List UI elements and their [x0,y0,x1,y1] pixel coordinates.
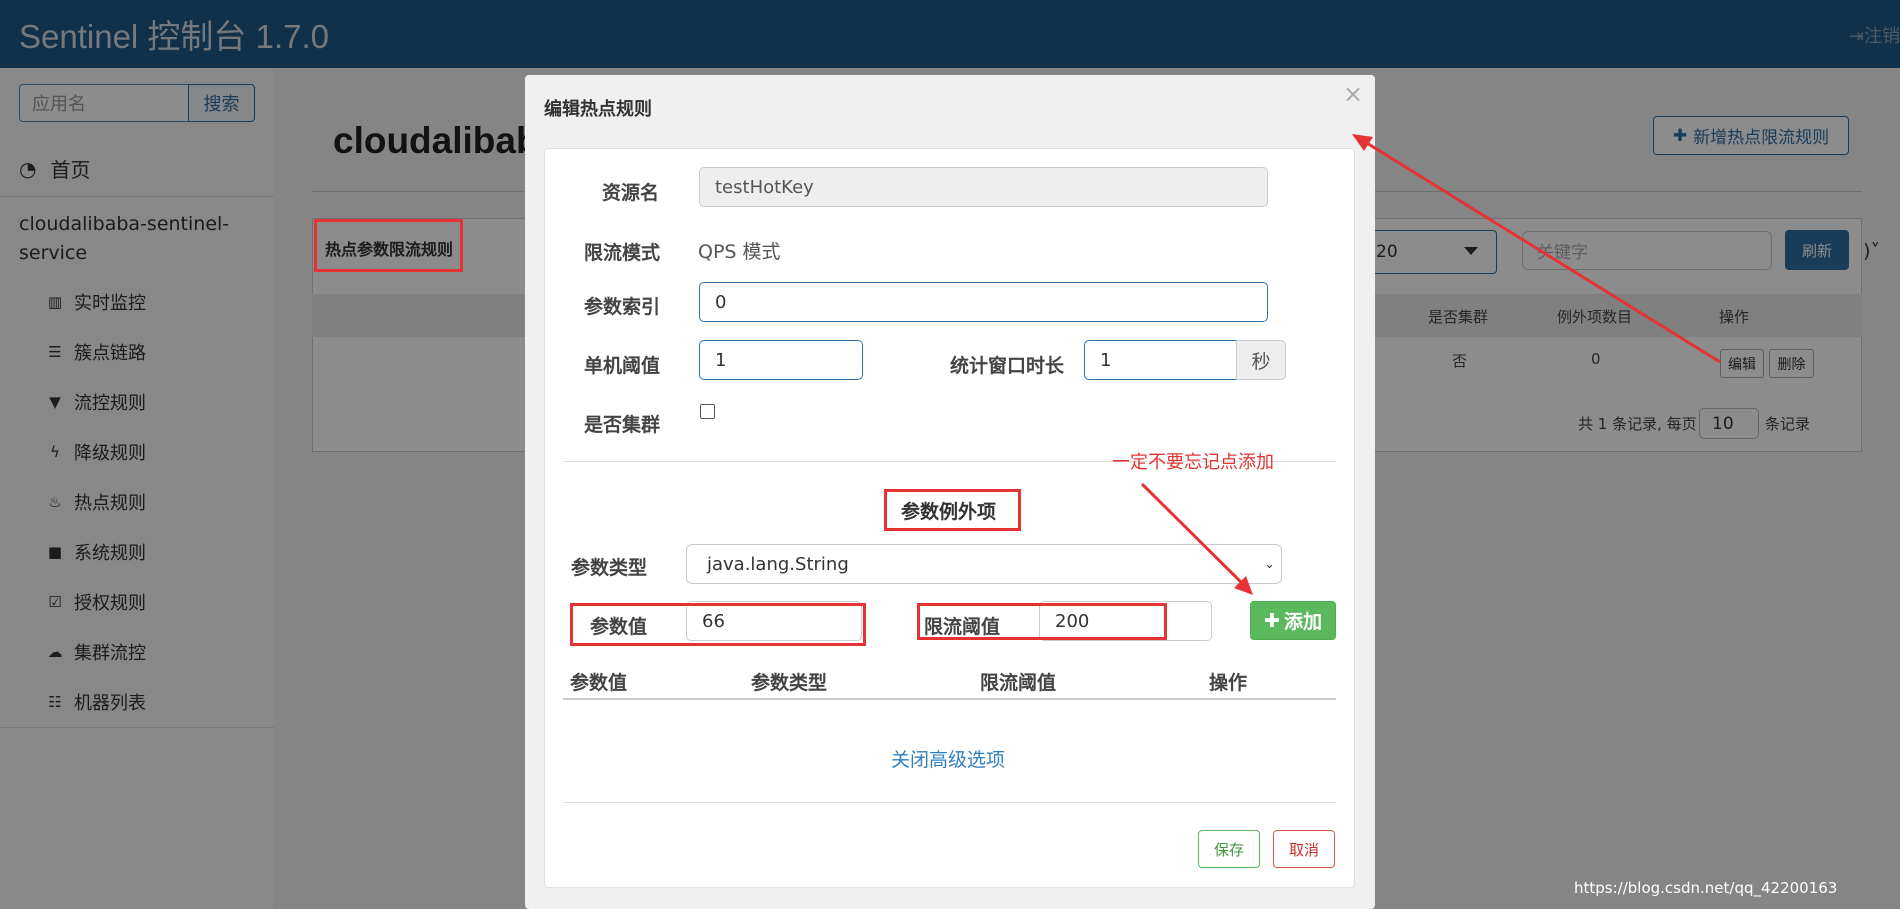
annotation-arrows [1140,134,1721,595]
watermark: https://blog.csdn.net/qq_42200163 [1574,879,1838,897]
arrow-to-modal [1361,138,1721,364]
arrow-head [1352,134,1373,151]
arrow-to-add-button [1140,482,1249,590]
